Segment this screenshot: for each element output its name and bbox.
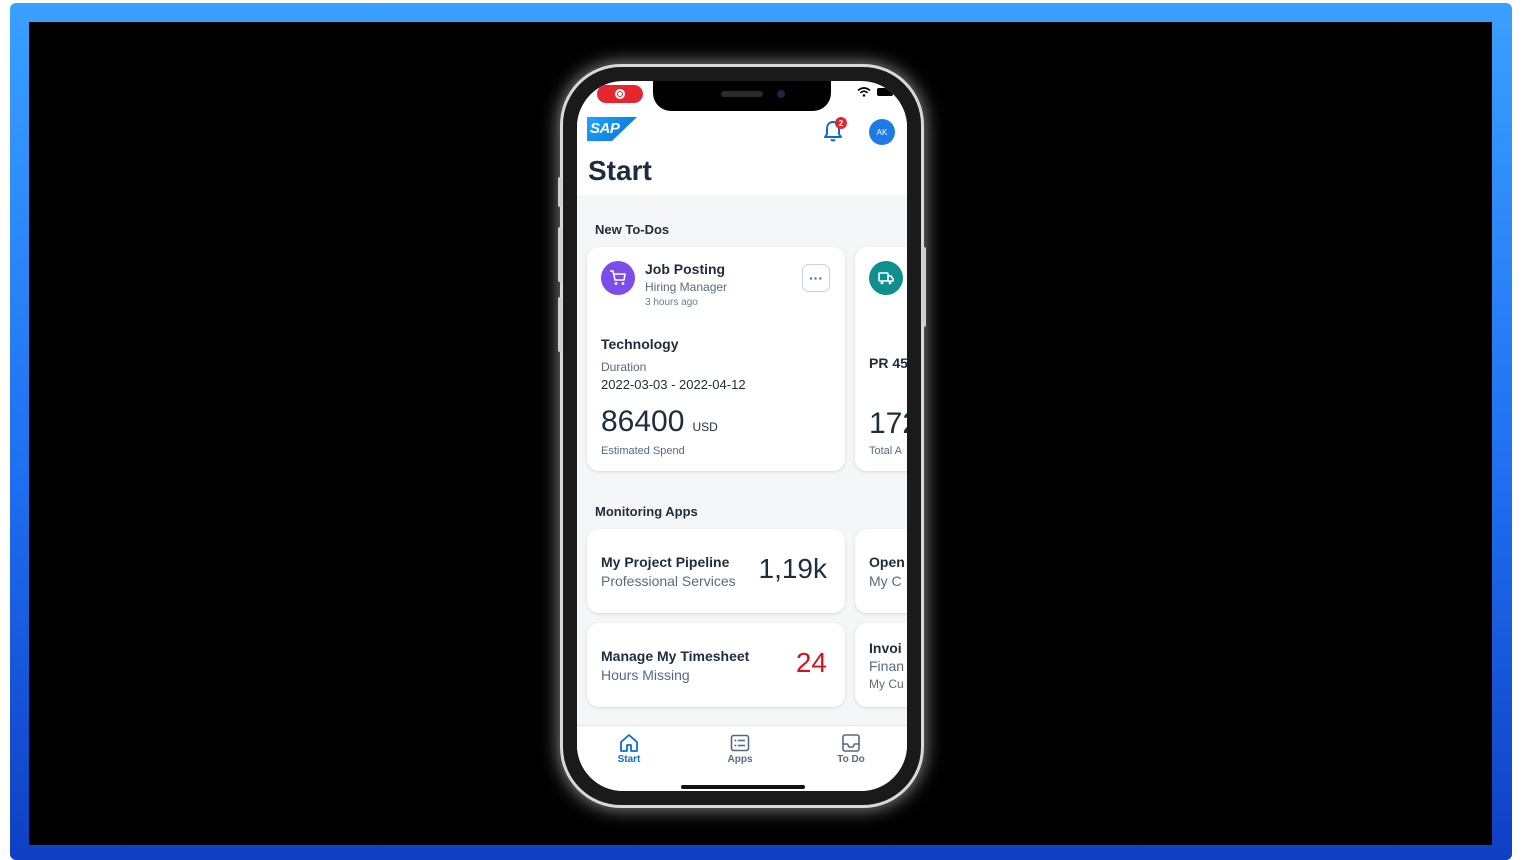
monitoring-section-title: Monitoring Apps [595,504,698,519]
tab-apps[interactable]: Apps [710,732,770,765]
main-content[interactable]: New To-Dos Job Posting Hiring Manager 3 … [577,195,907,725]
phone-screen: SAP 2 AK Start New To-Dos Job Posting Hi… [577,81,907,791]
home-indicator [681,785,805,789]
tab-todo[interactable]: To Do [821,732,881,765]
truck-icon [878,272,894,285]
estimated-spend-value: 86400 [601,405,685,438]
tile-subtitle: My C [869,573,902,589]
screen-recording-indicator [597,85,643,103]
todo-card-pr[interactable]: PR 45 172 Total A [855,247,907,471]
todo-card-job-posting[interactable]: Job Posting Hiring Manager 3 hours ago ·… [587,247,845,471]
monitoring-tile-partial[interactable]: Invoi Finan My Cu [855,623,907,707]
tile-title: Open [869,554,905,570]
tab-label: Apps [727,754,753,765]
page-title: Start [588,155,652,186]
tab-label: Start [617,754,641,765]
currency-unit: USD [692,420,718,434]
tab-label: To Do [837,754,865,765]
tile-value: 1,19k [758,553,828,584]
tile-title: Invoi [869,640,902,656]
total-amount-value: 172 [869,407,907,440]
tile-subtitle: Finan [869,658,905,674]
duration-label: Duration [601,360,647,374]
sap-logo: SAP [587,117,637,141]
apps-list-icon [730,734,750,752]
power-button [922,247,926,327]
record-icon [615,89,625,99]
app-header: SAP 2 AK Start [577,111,907,195]
phone-device: SAP 2 AK Start New To-Dos Job Posting Hi… [558,67,926,805]
tile-value: 24 [795,647,827,678]
volume-up-button [558,227,562,282]
avatar[interactable]: AK [869,119,895,145]
tile-extra: My Cu [869,677,904,691]
todo-timestamp: 3 hours ago [645,297,698,308]
camera [777,90,785,98]
bottom-tab-bar: Start Apps To Do [577,725,907,791]
todo-icon-badge [869,261,903,295]
duration-value: 2022-03-03 - 2022-04-12 [601,377,746,392]
status-icons [857,87,893,97]
wifi-icon [857,87,871,97]
todo-title: Job Posting [645,261,726,277]
mute-switch [558,177,562,207]
todo-icon-badge [601,261,635,295]
inbox-icon [842,734,860,752]
notification-badge: 2 [835,117,847,129]
notch [653,81,831,111]
tile-title: Manage My Timesheet [601,648,750,664]
monitoring-tile-project-pipeline[interactable]: My Project Pipeline Professional Service… [587,529,845,613]
tile-title: My Project Pipeline [601,554,730,570]
tile-subtitle: Professional Services [601,573,736,589]
shopping-cart-icon [610,270,626,285]
monitoring-tile-timesheet[interactable]: Manage My Timesheet Hours Missing 24 [587,623,845,707]
todo-category: Technology [601,336,679,352]
todo-title: PR 45 [869,355,907,371]
volume-down-button [558,297,562,352]
more-options-button[interactable]: ··· [802,264,830,292]
tile-subtitle: Hours Missing [601,667,690,683]
battery-icon [877,88,893,96]
speaker [721,91,763,97]
todos-section-title: New To-Dos [595,222,670,237]
tab-start[interactable]: Start [599,732,659,765]
todo-subtitle: Hiring Manager [645,280,728,294]
home-icon [620,734,638,752]
estimated-spend-label: Estimated Spend [601,445,685,457]
total-amount-label: Total A [869,445,903,457]
monitoring-tile-partial[interactable]: Open My C [855,529,907,613]
